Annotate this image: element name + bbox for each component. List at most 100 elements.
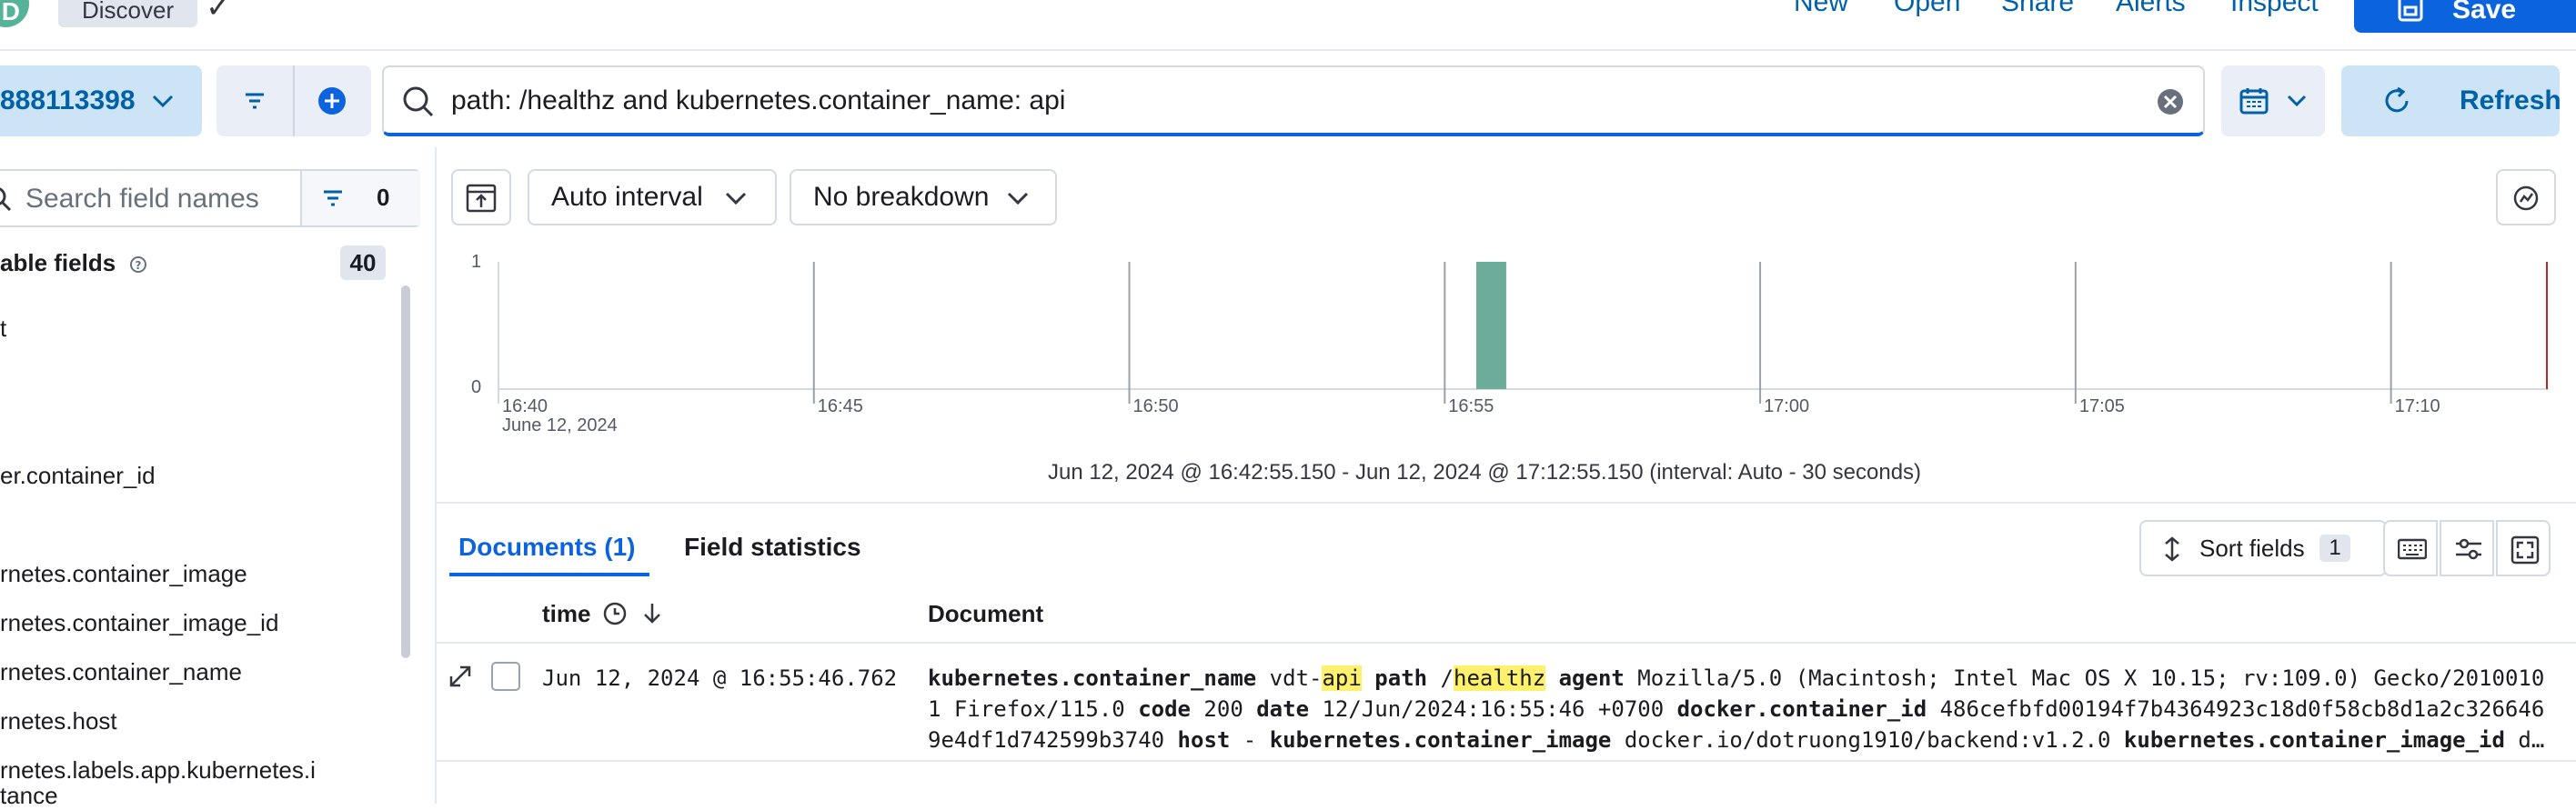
field-item[interactable]: tance [0, 782, 58, 810]
available-fields-heading[interactable]: able fields ? [0, 249, 147, 277]
field-item[interactable]: t [0, 315, 6, 343]
save-icon [2398, 0, 2423, 22]
row-timestamp: Jun 12, 2024 @ 16:55:46.762 [542, 665, 898, 691]
new-link[interactable]: New [1794, 0, 1848, 18]
field-item[interactable]: er.container_id [0, 462, 156, 490]
refresh-label: Refresh [2460, 85, 2561, 115]
field-type-filter-button[interactable]: 0 [300, 171, 420, 225]
y-tick-label: 0 [471, 377, 481, 397]
field-value: d… [2504, 727, 2545, 753]
search-icon [0, 187, 12, 212]
row-divider [437, 760, 2576, 762]
sort-fields-label: Sort fields [2199, 535, 2305, 562]
keyboard-shortcuts-button[interactable] [2383, 520, 2438, 576]
settings-sliders-icon [2456, 538, 2481, 560]
field-value: / [1427, 665, 1454, 691]
filter-menu-button[interactable] [216, 65, 293, 136]
tab-documents[interactable]: Documents (1) [458, 533, 635, 562]
plus-circle-icon [318, 87, 346, 115]
open-link[interactable]: Open [1894, 0, 1960, 18]
clear-icon[interactable] [2156, 87, 2185, 116]
x-tick-label: 17:05 [2079, 396, 2125, 416]
sort-count-badge: 1 [2319, 535, 2350, 562]
field-key: host [1177, 727, 1231, 753]
x-tick-label: 16:50 [1133, 396, 1179, 416]
filter-icon [246, 93, 264, 109]
save-label: Save [2452, 0, 2517, 25]
field-search-input[interactable]: Search field names 0 [0, 169, 420, 227]
field-value: 1 Firefox/115.0 [928, 696, 1139, 722]
alerts-link[interactable]: Alerts [2116, 0, 2186, 18]
display-settings-button[interactable] [2440, 520, 2494, 576]
space-avatar[interactable]: D [0, 0, 29, 27]
date-picker-button[interactable] [2221, 65, 2325, 136]
x-date-label: June 12, 2024 [502, 415, 618, 435]
chevron-down-icon [725, 192, 747, 205]
y-tick-label: 1 [471, 252, 481, 272]
interval-label: Auto interval [551, 182, 703, 212]
query-text[interactable]: path: /healthz and kubernetes.container_… [451, 85, 1065, 116]
search-highlight: api [1322, 665, 1362, 691]
field-item[interactable]: rnetes.labels.app.kubernetes.i [0, 756, 316, 785]
time-range-text: Jun 12, 2024 @ 16:42:55.150 - Jun 12, 20… [1048, 460, 1922, 485]
sort-icon [2165, 536, 2179, 562]
field-search-placeholder: Search field names [25, 184, 259, 214]
interval-selector[interactable]: Auto interval [528, 169, 777, 225]
data-view-selector[interactable]: 888113398 [0, 65, 202, 136]
field-key: agent [1558, 665, 1625, 691]
tab-field-statistics[interactable]: Field statistics [684, 533, 861, 562]
check-icon: ✓ [206, 0, 232, 25]
add-filter-button[interactable] [293, 65, 371, 136]
chart-settings-icon [2513, 185, 2539, 211]
x-tick-label: 17:10 [2395, 396, 2440, 416]
field-key: code [1138, 696, 1191, 722]
field-key: docker.container_id [1676, 696, 1927, 722]
svg-text:?: ? [136, 259, 142, 272]
sidebar-scrollbar[interactable] [401, 285, 410, 658]
save-button[interactable]: Save [2354, 0, 2576, 33]
toggle-histogram-button[interactable] [451, 169, 511, 225]
field-item[interactable]: rnetes.host [0, 707, 117, 735]
breakdown-selector[interactable]: No breakdown [790, 169, 1057, 225]
breakdown-label: No breakdown [813, 182, 990, 212]
sort-fields-button[interactable]: Sort fields 1 [2139, 520, 2387, 576]
field-value: vdt- [1256, 665, 1323, 691]
sort-descending-icon[interactable] [642, 602, 662, 625]
refresh-button[interactable]: Refresh [2341, 65, 2561, 136]
field-value: 486cefbfd00194f7b4364923c18d0f58cb8d1a2c… [1927, 696, 2545, 722]
x-tick-label: 16:55 [1448, 396, 1494, 416]
x-tick-label: 17:00 [1764, 396, 1809, 416]
discover-breadcrumb[interactable]: Discover [58, 0, 198, 27]
available-fields-count: 40 [340, 245, 386, 280]
inspect-link[interactable]: Inspect [2230, 0, 2319, 18]
field-value [1362, 665, 1374, 691]
document-summary-line: 1 Firefox/115.0 code 200 date 12/Jun/202… [928, 696, 2544, 722]
field-item[interactable]: rnetes.container_name [0, 658, 242, 686]
collapse-chart-icon [466, 184, 497, 213]
search-highlight: healthz [1454, 665, 1546, 691]
available-fields-label: able fields [0, 249, 116, 276]
chevron-down-icon [1007, 192, 1029, 205]
info-icon[interactable]: ? [129, 255, 147, 274]
x-tick-label: 16:40 [502, 396, 548, 416]
field-item[interactable]: rnetes.container_image [0, 560, 247, 588]
field-item[interactable]: rnetes.container_image_id [0, 609, 278, 637]
fullscreen-button[interactable] [2496, 520, 2551, 576]
time-header-label: time [542, 600, 591, 627]
top-bar: D Discover ✓ New Open Share Alerts Inspe… [0, 0, 2576, 51]
chart-options-button[interactable] [2496, 169, 2556, 225]
histogram-chart[interactable]: 16:40 16:45 16:50 16:55 17:00 17:05 17:10 June … [437, 245, 2576, 445]
column-header-document[interactable]: Document [928, 600, 1043, 628]
field-key: date [1256, 696, 1310, 722]
row-select-checkbox[interactable] [491, 662, 520, 691]
column-header-time[interactable]: time [542, 600, 662, 628]
keyboard-icon [2398, 538, 2427, 560]
field-value: 200 [1190, 696, 1257, 722]
search-icon [403, 86, 434, 117]
expand-row-icon[interactable] [448, 664, 473, 689]
share-link[interactable]: Share [2001, 0, 2074, 18]
data-view-name: 888113398 [0, 85, 136, 115]
field-value: 9e4df1d742599b3740 [928, 727, 1178, 753]
field-value: 12/Jun/2024:16:55:46 +0700 [1309, 696, 1677, 722]
query-input[interactable]: path: /healthz and kubernetes.container_… [382, 65, 2205, 136]
